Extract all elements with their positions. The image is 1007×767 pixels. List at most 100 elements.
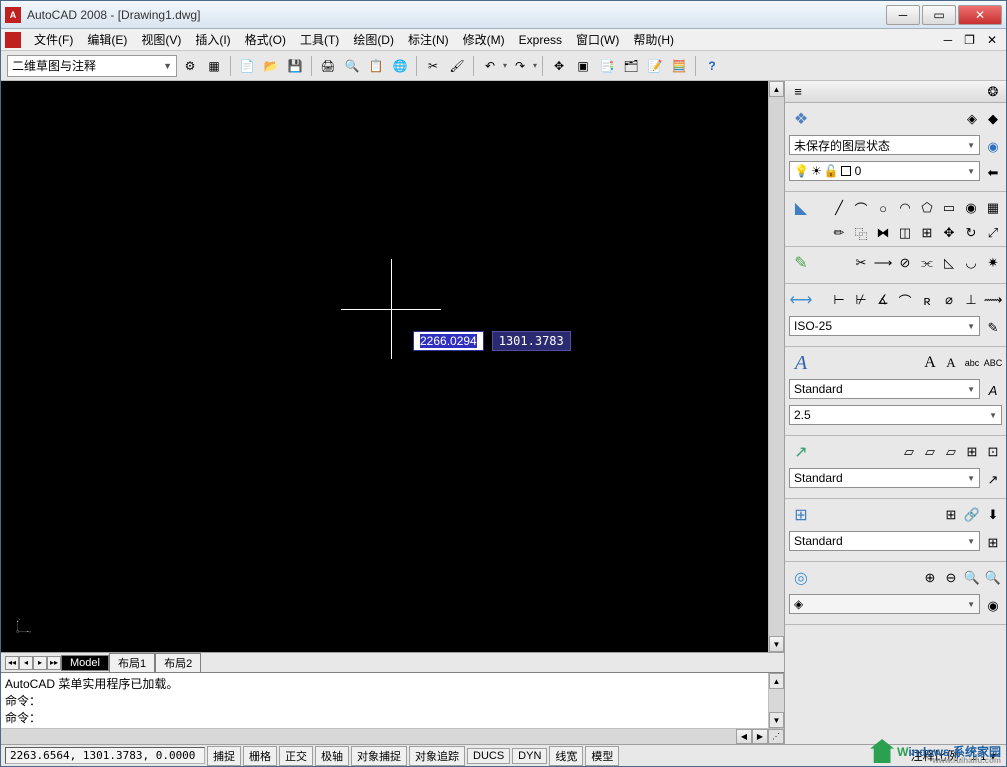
menu-modify[interactable]: 修改(M)	[456, 29, 512, 50]
scroll-up-icon[interactable]: ▲	[769, 81, 784, 97]
layer-previous-icon[interactable]: ⬅	[984, 164, 1002, 182]
tool-palettes-icon[interactable]: 🗂	[620, 55, 642, 77]
tab-next-icon[interactable]: ▸	[33, 656, 47, 670]
maximize-button[interactable]: ▭	[922, 5, 956, 25]
find-icon[interactable]: ABC	[984, 354, 1002, 372]
cmd-hscroll[interactable]: ◀ ▶ ⋰	[1, 728, 784, 744]
zoom-previous-icon[interactable]: 🔍	[984, 569, 1002, 587]
palette-menu-icon[interactable]: ≡	[789, 83, 807, 101]
trim-tool-icon[interactable]: ✂	[852, 254, 870, 272]
mleader-icon[interactable]: ▱	[900, 443, 918, 461]
table-style-combo[interactable]: Standard ▼	[789, 531, 980, 551]
leader-style-manager-icon[interactable]: ↗	[984, 471, 1002, 489]
redo-dropdown-icon[interactable]: ▾	[533, 61, 537, 70]
status-snap[interactable]: 捕捉	[207, 746, 241, 766]
zoom-realtime-icon[interactable]: ⊕	[921, 569, 939, 587]
plot-icon[interactable]: 🌐	[389, 55, 411, 77]
mleader-remove-icon[interactable]: ▱	[942, 443, 960, 461]
line-tool-icon[interactable]: ╱	[830, 199, 848, 217]
status-osnap[interactable]: 对象捕捉	[351, 746, 407, 766]
publish-icon[interactable]: 📋	[365, 55, 387, 77]
join-tool-icon[interactable]: ⫘	[918, 254, 936, 272]
table-link-icon[interactable]: 🔗	[963, 506, 981, 524]
move-tool-icon[interactable]: ✥	[940, 224, 958, 242]
modify-panel-icon[interactable]: ✎	[789, 251, 813, 275]
cmd-vscroll[interactable]: ▲ ▼	[768, 673, 784, 728]
dynamic-input-y[interactable]: 1301.3783	[492, 331, 571, 351]
extend-tool-icon[interactable]: ⟶	[874, 254, 892, 272]
status-otrack[interactable]: 对象追踪	[409, 746, 465, 766]
cmd-scroll-track[interactable]	[769, 689, 784, 712]
cmd-scroll-up[interactable]: ▲	[769, 673, 784, 689]
jogged-dim-icon[interactable]: ⟿	[984, 291, 1002, 309]
chamfer-tool-icon[interactable]: ◺	[940, 254, 958, 272]
layer-tool1-icon[interactable]: ◈	[963, 110, 981, 128]
workspace-settings-icon[interactable]: ⚙	[179, 55, 201, 77]
layer-current-combo[interactable]: 💡 ☀ 🔓 0 ▼	[789, 161, 980, 181]
save-icon[interactable]: 💾	[284, 55, 306, 77]
mleader-add-icon[interactable]: ▱	[921, 443, 939, 461]
status-model[interactable]: 模型	[585, 746, 619, 766]
mtext-icon[interactable]: A	[921, 354, 939, 372]
mdi-restore[interactable]: ❐	[959, 32, 980, 48]
menu-tools[interactable]: 工具(T)	[293, 29, 346, 50]
new-icon[interactable]: 📄	[236, 55, 258, 77]
cmd-hscroll-track[interactable]	[1, 729, 736, 744]
status-ortho[interactable]: 正交	[279, 746, 313, 766]
rotate-tool-icon[interactable]: ↻	[962, 224, 980, 242]
menu-file[interactable]: 文件(F)	[27, 29, 80, 50]
cmd-hscroll-left[interactable]: ◀	[736, 729, 752, 744]
offset-tool-icon[interactable]: ◫	[896, 224, 914, 242]
rectangle-tool-icon[interactable]: ▭	[940, 199, 958, 217]
erase-tool-icon[interactable]: ✏	[830, 224, 848, 242]
menu-edit[interactable]: 编辑(E)	[80, 29, 134, 50]
pan-icon[interactable]: ✥	[548, 55, 570, 77]
status-ducs[interactable]: DUCS	[467, 748, 510, 764]
autocad-icon[interactable]	[5, 32, 21, 48]
workspace-combo[interactable]: 二维草图与注释 ▼	[7, 55, 177, 77]
zoom-extents-icon[interactable]: 🔍	[963, 569, 981, 587]
status-grid[interactable]: 栅格	[243, 746, 277, 766]
polyline-tool-icon[interactable]: ⌒	[852, 199, 870, 217]
tab-first-icon[interactable]: ◂◂	[5, 656, 19, 670]
tab-model[interactable]: Model	[61, 655, 109, 671]
menu-help[interactable]: 帮助(H)	[626, 29, 681, 50]
help-icon[interactable]: ?	[701, 55, 723, 77]
markup-icon[interactable]: 📝	[644, 55, 666, 77]
ordinate-dim-icon[interactable]: ⊥	[962, 291, 980, 309]
layer-state-combo[interactable]: 未保存的图层状态 ▼	[789, 135, 980, 155]
table-extract-icon[interactable]: ⬇	[984, 506, 1002, 524]
text-style-manager-icon[interactable]: A	[984, 382, 1002, 400]
leader-panel-icon[interactable]: ↗	[789, 440, 813, 464]
status-polar[interactable]: 极轴	[315, 746, 349, 766]
vertical-scrollbar[interactable]: ▲ ▼	[768, 81, 784, 652]
close-button[interactable]: ✕	[958, 5, 1002, 25]
cmd-scroll-down[interactable]: ▼	[769, 712, 784, 728]
minimize-button[interactable]: ─	[886, 5, 920, 25]
hatch-tool-icon[interactable]: ▦	[984, 199, 1002, 217]
linear-dim-icon[interactable]: ⊢	[830, 291, 848, 309]
table-panel-icon[interactable]: ⊞	[789, 503, 813, 527]
status-coords[interactable]: 2263.6564, 1301.3783, 0.0000	[5, 747, 205, 764]
drawing-canvas[interactable]: 2266.0294 1301.3783 Y X	[1, 81, 768, 652]
tab-last-icon[interactable]: ▸▸	[47, 656, 61, 670]
copy-tool-icon[interactable]: ⿻	[852, 224, 870, 242]
table-create-icon[interactable]: ⊞	[942, 506, 960, 524]
tab-prev-icon[interactable]: ◂	[19, 656, 33, 670]
aligned-dim-icon[interactable]: ⊬	[852, 291, 870, 309]
palette-settings-icon[interactable]: ❂	[984, 83, 1002, 101]
circle-tool-icon[interactable]: ○	[874, 199, 892, 217]
mdi-close[interactable]: ✕	[982, 32, 1002, 48]
break-tool-icon[interactable]: ⊘	[896, 254, 914, 272]
dim-style-combo[interactable]: ISO-25 ▼	[789, 316, 980, 336]
command-text[interactable]: AutoCAD 菜单实用程序已加载。 命令： 命令：	[1, 673, 768, 728]
view-manager-icon[interactable]: ◉	[984, 597, 1002, 615]
match-properties-icon[interactable]: 🖌	[446, 55, 468, 77]
table-style-manager-icon[interactable]: ⊞	[984, 534, 1002, 552]
undo-icon[interactable]: ↶	[479, 55, 501, 77]
tab-layout2[interactable]: 布局2	[155, 653, 201, 673]
draw-panel-icon[interactable]: ◣	[789, 196, 813, 220]
print-icon[interactable]: 🖨	[317, 55, 339, 77]
leader-style-combo[interactable]: Standard ▼	[789, 468, 980, 488]
print-preview-icon[interactable]: 🔍	[341, 55, 363, 77]
